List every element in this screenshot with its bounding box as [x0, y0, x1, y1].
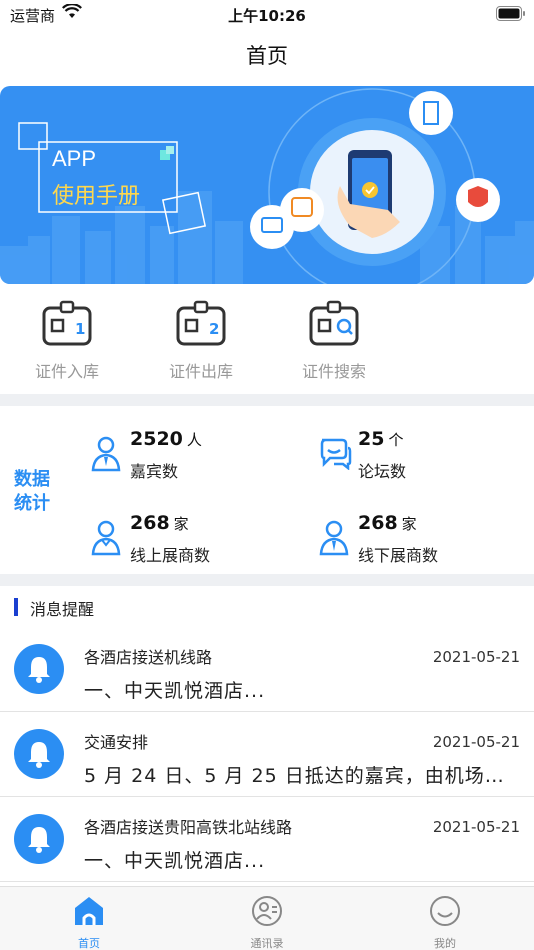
stat-forums[interactable]: 25 个 论坛数: [318, 426, 518, 486]
bell-icon: [14, 644, 64, 694]
stat-guests[interactable]: 2520 人 嘉宾数: [90, 426, 290, 486]
status-bar: 运营商 上午10:26: [0, 0, 534, 30]
bell-icon: [14, 729, 64, 779]
section-divider: [0, 394, 534, 406]
stat-unit: 人: [186, 431, 202, 449]
profile-icon: [430, 896, 460, 926]
stat-value: 25: [358, 428, 385, 450]
card-badge: 1: [75, 320, 85, 338]
guest-icon: [91, 436, 121, 472]
id-card-in-icon: 1: [42, 300, 92, 346]
tab-label: 首页: [78, 937, 100, 950]
page-title: 首页: [246, 44, 288, 68]
tab-label: 通讯录: [250, 937, 284, 950]
messages-title: 消息提醒: [30, 600, 95, 619]
clock: 上午10:26: [228, 7, 306, 25]
card-out-label: 证件出库: [168, 362, 233, 381]
message-date: 2021-05-21: [432, 648, 520, 666]
stat-caption: 线上展商数: [130, 546, 211, 565]
stats-title: 数据统计: [14, 469, 50, 514]
battery-icon: [496, 6, 525, 21]
message-title: 各酒店接送机线路: [84, 648, 213, 667]
tab-label: 我的: [434, 937, 456, 950]
card-search-action[interactable]: 证件搜索: [289, 300, 379, 382]
stat-unit: 个: [388, 431, 404, 449]
data-statistics: 数据统计 2520 人 嘉宾数 25 个 论坛数 268 家 线上展商数 268…: [0, 406, 534, 574]
contacts-icon: [252, 896, 282, 926]
tab-contacts[interactable]: 通讯录: [227, 895, 307, 950]
online-exhibitor-icon: [91, 520, 121, 556]
banner-title-line2: 使用手册: [52, 184, 141, 209]
section-divider: [0, 574, 534, 586]
stat-value: 268: [130, 512, 170, 534]
tab-home[interactable]: 首页: [49, 895, 129, 950]
message-title: 交通安排: [84, 733, 149, 752]
stat-value: 268: [358, 512, 398, 534]
stat-offline-exhibitors[interactable]: 268 家 线下展商数: [318, 510, 518, 570]
message-item[interactable]: 交通安排 2021-05-21 5 月 24 日、5 月 25 日抵达的嘉宾，由…: [0, 713, 534, 797]
section-marker: [14, 598, 18, 616]
app-manual-banner[interactable]: APP 使用手册: [0, 86, 534, 284]
stat-caption: 嘉宾数: [130, 462, 179, 481]
card-search-label: 证件搜索: [301, 362, 366, 381]
offline-exhibitor-icon: [319, 520, 349, 556]
stat-value: 2520: [130, 428, 183, 450]
message-preview: 一、中天凯悦酒店...: [84, 850, 266, 872]
banner-title-line1: APP: [52, 146, 97, 171]
stat-unit: 家: [401, 515, 417, 533]
message-title: 各酒店接送贵阳高铁北站线路: [84, 818, 293, 837]
card-badge: 2: [209, 320, 219, 338]
card-in-label: 证件入库: [34, 362, 99, 381]
forum-icon: [320, 438, 352, 470]
message-date: 2021-05-21: [432, 818, 520, 836]
message-preview: 5 月 24 日、5 月 25 日抵达的嘉宾，由机场接送: [84, 765, 514, 787]
message-item[interactable]: 各酒店接送贵阳高铁北站线路 2021-05-21 一、中天凯悦酒店...: [0, 798, 534, 882]
message-date: 2021-05-21: [432, 733, 520, 751]
stat-caption: 论坛数: [358, 462, 407, 481]
stat-unit: 家: [173, 515, 189, 533]
id-card-out-icon: 2: [176, 300, 226, 346]
stat-online-exhibitors[interactable]: 268 家 线上展商数: [90, 510, 290, 570]
id-card-search-icon: [309, 300, 359, 346]
tab-profile[interactable]: 我的: [405, 895, 485, 950]
card-out-action[interactable]: 2 证件出库: [156, 300, 246, 382]
tab-bar: 首页 通讯录 我的: [0, 886, 534, 950]
messages-header: 消息提醒: [0, 586, 534, 628]
bell-icon: [14, 814, 64, 864]
message-preview: 一、中天凯悦酒店...: [84, 680, 266, 702]
quick-actions: 1 证件入库 2 证件出库 证件搜索: [0, 284, 534, 394]
stat-caption: 线下展商数: [358, 546, 439, 565]
home-icon: [75, 897, 103, 925]
card-in-action[interactable]: 1 证件入库: [22, 300, 112, 382]
message-item[interactable]: 各酒店接送机线路 2021-05-21 一、中天凯悦酒店...: [0, 628, 534, 712]
